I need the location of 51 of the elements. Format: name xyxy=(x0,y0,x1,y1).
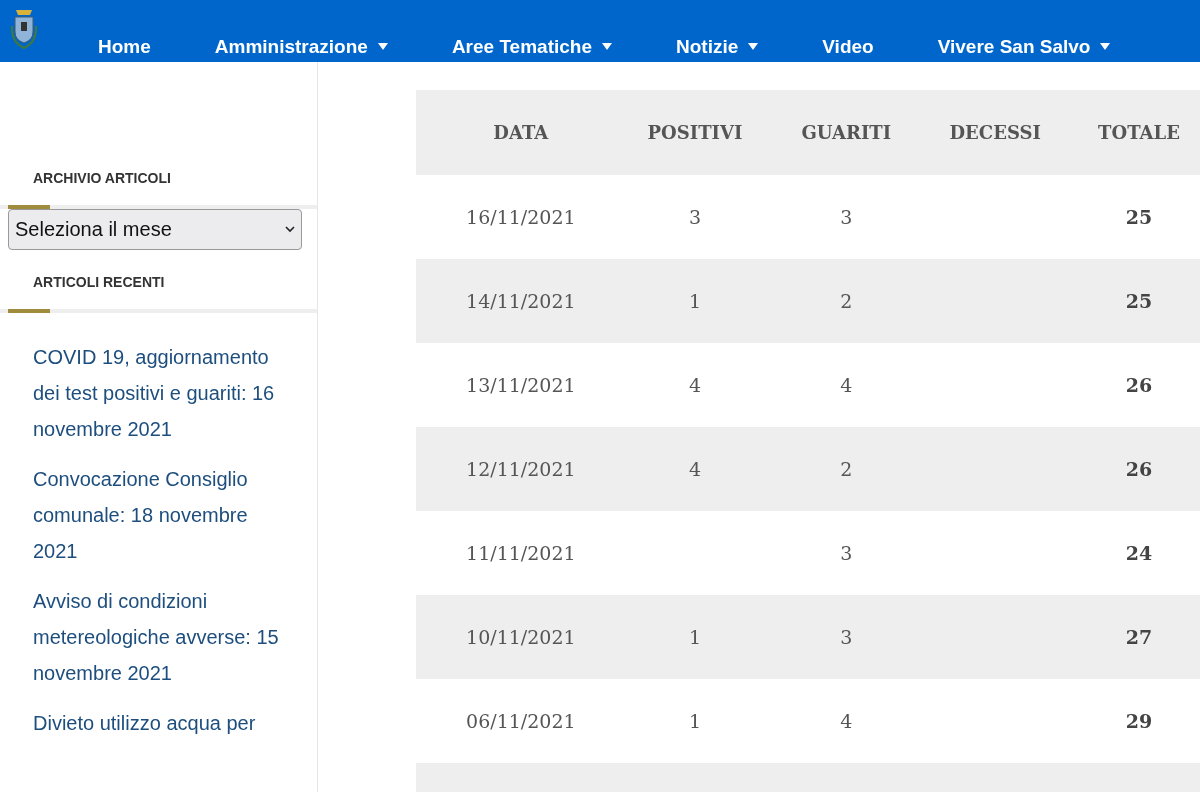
column-header: TOTALE xyxy=(1062,90,1200,175)
caret-icon xyxy=(602,43,612,51)
table-cell: 27 xyxy=(1125,626,1153,648)
table-cell: 12/11/2021 xyxy=(466,458,576,480)
table-cell: 16/11/2021 xyxy=(466,206,576,228)
nav-link[interactable]: Video xyxy=(794,36,902,58)
nav-link[interactable]: Vivere San Salvo xyxy=(909,36,1139,58)
table-cell: 25 xyxy=(1125,290,1153,312)
article-link[interactable]: Avviso di condizioni metereologiche avverse: 15 novembre 2021 xyxy=(33,583,297,691)
table-cell: 2 xyxy=(840,458,853,480)
month-select[interactable]: Seleziona il mese xyxy=(8,209,302,250)
section-heading: ARCHIVIO ARTICOLI xyxy=(33,170,172,186)
table-cell: 14/11/2021 xyxy=(466,290,576,312)
table-cell: 4 xyxy=(840,374,853,396)
table-cell: 26 xyxy=(1125,374,1153,396)
table-cell: 3 xyxy=(840,542,853,564)
caret-icon xyxy=(748,43,759,51)
table-cell: 06/11/2021 xyxy=(466,710,576,732)
nav-link[interactable]: Notizie xyxy=(648,36,787,58)
column-header: DECESSI xyxy=(928,90,1063,175)
table-cell: 13/11/2021 xyxy=(466,374,576,396)
table-cell: 4 xyxy=(688,374,701,396)
table-cell: 3 xyxy=(688,206,701,228)
column-header: DATA xyxy=(416,90,626,175)
coat-of-arms-icon[interactable] xyxy=(8,8,40,50)
table-cell: 11/11/2021 xyxy=(466,542,576,564)
table-cell: 3 xyxy=(840,626,853,648)
caret-icon xyxy=(377,43,388,51)
nav-link[interactable]: Home xyxy=(98,36,179,58)
nav-link[interactable]: Amministrazione xyxy=(186,36,416,58)
table-cell: 4 xyxy=(840,710,853,732)
section-heading: ARTICOLI RECENTI xyxy=(33,274,166,290)
chevron-down-icon xyxy=(285,226,295,233)
table-cell: 1 xyxy=(688,710,701,732)
article-link[interactable]: Divieto utilizzo acqua per xyxy=(33,705,297,741)
table-cell: 1 xyxy=(688,290,701,312)
table-cell: 3 xyxy=(840,206,853,228)
table-cell: 24 xyxy=(1125,542,1153,564)
table-cell: 25 xyxy=(1125,206,1153,228)
table-cell: 26 xyxy=(1125,458,1153,480)
table-cell: 4 xyxy=(688,458,701,480)
caret-icon xyxy=(1100,43,1111,51)
article-link[interactable]: Convocazione Consiglio comunale: 18 novembre 2021 xyxy=(33,461,297,569)
table-cell: 29 xyxy=(1125,710,1153,732)
table-cell: 10/11/2021 xyxy=(466,626,576,648)
table-cell: 1 xyxy=(688,626,701,648)
column-header: GUARITI xyxy=(764,90,929,175)
nav-link[interactable]: Aree Tematiche xyxy=(423,36,640,58)
table-cell: 2 xyxy=(840,290,853,312)
article-link[interactable]: COVID 19, aggiornamento dei test positivi e guariti: 16 novembre 2021 xyxy=(33,339,297,447)
column-header: POSITIVI xyxy=(625,90,765,175)
